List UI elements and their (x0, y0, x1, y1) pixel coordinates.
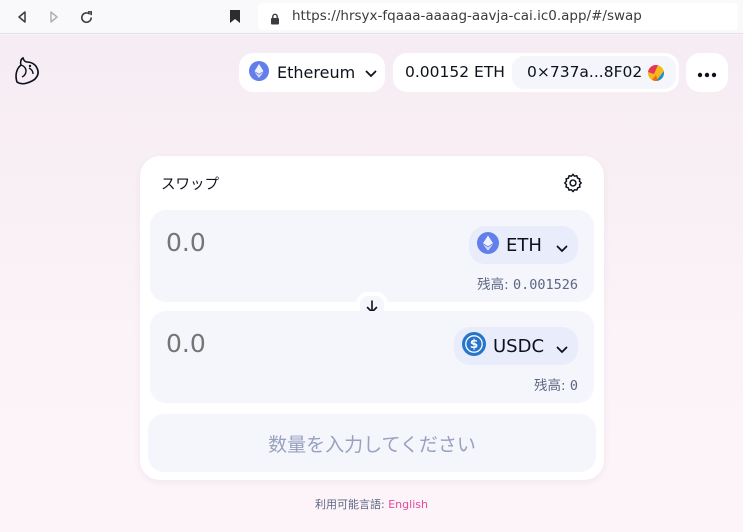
avatar (648, 65, 664, 81)
available-languages-label: 利用可能言語: (315, 498, 385, 511)
chevron-down-icon (556, 339, 568, 358)
output-balance-label: 残高: (534, 378, 566, 394)
wallet-balance: 0.00152 ETH (405, 63, 505, 81)
account-address: 0×737a...8F02 (527, 63, 643, 81)
language-link-english[interactable]: English (388, 498, 428, 511)
account-pill[interactable]: 0.00152 ETH 0×737a...8F02 (393, 53, 679, 92)
forward-icon[interactable] (45, 8, 63, 26)
account-address-button[interactable]: 0×737a...8F02 (512, 56, 676, 89)
language-footer: 利用可能言語: English (0, 496, 743, 512)
output-balance-value: 0 (569, 378, 578, 394)
output-token-symbol: USDC (493, 335, 545, 357)
more-options-button[interactable] (686, 53, 728, 92)
network-label: Ethereum (277, 63, 356, 82)
swap-title: スワップ (161, 177, 219, 193)
usdc-icon: $ (462, 332, 486, 360)
input-panel: ETH 残高: 0.001526 (150, 210, 594, 302)
chevron-down-icon (556, 238, 568, 257)
output-amount-field[interactable] (166, 329, 366, 358)
input-balance: 残高: 0.001526 (477, 273, 578, 293)
eth-icon (249, 60, 269, 85)
chevron-down-icon (365, 63, 377, 82)
back-icon[interactable] (13, 8, 31, 26)
uniswap-logo[interactable] (13, 56, 41, 86)
eth-icon (477, 232, 499, 258)
url-text: https://hrsyx-fqaaa-aaaag-aavja-cai.ic0.… (292, 8, 642, 24)
input-balance-value: 0.001526 (512, 277, 578, 293)
output-balance: 残高: 0 (534, 374, 578, 394)
bookmark-icon[interactable] (229, 9, 241, 28)
input-token-selector[interactable]: ETH (469, 226, 578, 264)
address-bar[interactable]: https://hrsyx-fqaaa-aaaag-aavja-cai.ic0.… (258, 3, 738, 30)
network-selector[interactable]: Ethereum (239, 53, 385, 92)
input-token-symbol: ETH (506, 234, 542, 256)
output-token-selector[interactable]: $ USDC (454, 327, 578, 365)
gear-icon[interactable] (562, 172, 584, 194)
swap-card: スワップ ETH 残高: 0.001526 (140, 156, 604, 480)
output-panel: $ USDC 残高: 0 (150, 311, 594, 403)
browser-toolbar: https://hrsyx-fqaaa-aaaag-aavja-cai.ic0.… (0, 0, 743, 34)
enter-amount-button[interactable]: 数量を入力してください (148, 414, 596, 472)
input-balance-label: 残高: (477, 277, 509, 293)
reload-icon[interactable] (77, 8, 95, 26)
lock-icon (270, 10, 280, 29)
more-icon (697, 63, 717, 82)
input-amount-field[interactable] (166, 228, 366, 257)
svg-text:$: $ (470, 337, 478, 351)
